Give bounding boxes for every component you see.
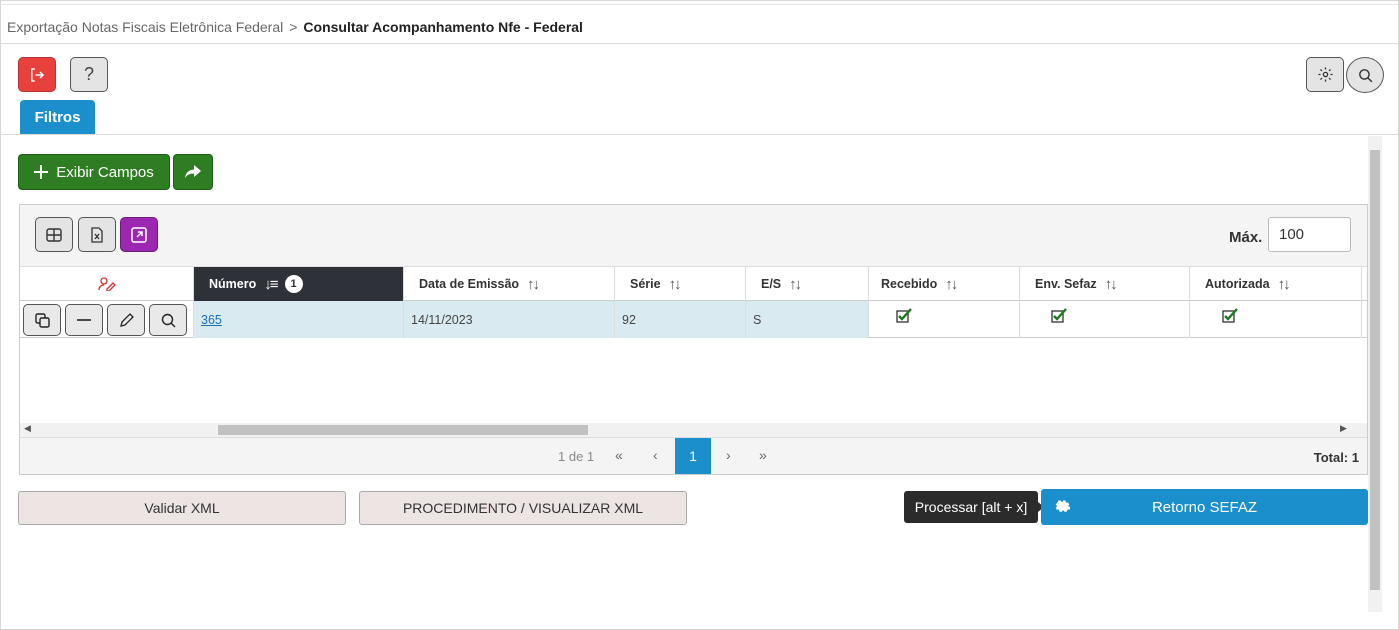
logout-icon — [31, 67, 45, 82]
minus-icon — [77, 319, 91, 321]
numero-link[interactable]: 365 — [201, 313, 222, 327]
grid-toolbar: Máx. — [20, 205, 1367, 267]
breadcrumb-current: Consultar Acompanhamento Nfe - Federal — [303, 19, 583, 35]
horizontal-scroll-thumb[interactable] — [218, 425, 588, 435]
prev-page-icon[interactable]: ‹ — [653, 447, 658, 463]
duplicate-button[interactable] — [23, 304, 61, 336]
column-serie-label: Série — [630, 277, 661, 291]
column-data-emissao[interactable]: Data de Emissão ↑↓ — [404, 267, 615, 301]
scroll-left-icon[interactable]: ◀ — [24, 423, 31, 434]
max-label: Máx. — [1229, 229, 1263, 246]
share-button[interactable] — [173, 154, 213, 190]
horizontal-scrollbar[interactable]: ◀ ▶ — [20, 423, 1367, 437]
edit-button[interactable] — [107, 304, 145, 336]
grid-layout-button[interactable] — [35, 217, 73, 252]
column-actions — [20, 267, 194, 301]
help-button[interactable]: ? — [70, 57, 108, 92]
copy-icon — [34, 312, 50, 328]
settings-button[interactable] — [1306, 57, 1344, 92]
search-button[interactable] — [1346, 57, 1384, 93]
column-autorizada-label: Autorizada — [1205, 277, 1270, 291]
next-page-icon[interactable]: › — [726, 447, 731, 463]
vertical-scrollbar[interactable] — [1368, 136, 1382, 612]
row-actions — [20, 301, 194, 338]
table-row[interactable]: 365 14/11/2023 92 S — [20, 301, 1367, 338]
table-header: Número ↓≡ 1 Data de Emissão ↑↓ Série ↑↓ E/… — [20, 267, 1367, 301]
sort-order-badge: 1 — [284, 275, 303, 293]
checked-checkbox-icon — [1222, 308, 1238, 323]
cell-numero: 365 — [194, 301, 404, 338]
pagination: 1 de 1 « ‹ 1 › » Total: 1 — [20, 437, 1367, 474]
breadcrumb: Exportação Notas Fiscais Eletrônica Fede… — [7, 19, 583, 35]
gear-icon — [1055, 500, 1070, 512]
breadcrumb-separator: > — [289, 19, 298, 35]
cell-data-emissao: 14/11/2023 — [404, 301, 615, 338]
column-recebido[interactable]: Recebido ↑↓ — [869, 267, 1020, 301]
sort-icon: ↑↓ — [1104, 275, 1118, 293]
sort-icon: ↑↓ — [527, 275, 540, 293]
search-icon — [1358, 68, 1372, 82]
validar-xml-button[interactable]: Validar XML — [18, 491, 346, 525]
checked-checkbox-icon — [896, 308, 912, 323]
tab-filtros[interactable]: Filtros — [20, 100, 95, 134]
total-count: Total: 1 — [1314, 450, 1359, 465]
column-autorizada[interactable]: Autorizada ↑↓ — [1190, 267, 1362, 301]
breadcrumb-parent[interactable]: Exportação Notas Fiscais Eletrônica Fede… — [7, 19, 283, 35]
sort-icon: ↑↓ — [668, 275, 682, 293]
remove-button[interactable] — [65, 304, 103, 336]
column-es-label: E/S — [761, 277, 782, 291]
sort-icon: ↑↓ — [1277, 275, 1291, 293]
total-label: Total: — [1313, 450, 1349, 465]
expand-button[interactable] — [120, 217, 158, 252]
gear-icon — [1317, 67, 1333, 82]
sort-icon: ↑↓ — [945, 275, 958, 293]
scroll-right-icon[interactable]: ▶ — [1340, 423, 1347, 434]
cell-serie: 92 — [615, 301, 746, 338]
export-excel-button[interactable] — [78, 217, 116, 252]
exibir-campos-label: Exibir Campos — [56, 163, 154, 181]
processar-tooltip: Processar [alt + x] — [904, 491, 1044, 523]
retorno-sefaz-button[interactable]: Retorno SEFAZ — [1041, 489, 1368, 525]
column-data-emissao-label: Data de Emissão — [419, 277, 520, 291]
pencil-icon — [119, 312, 134, 327]
page-current[interactable]: 1 — [675, 438, 711, 474]
table-icon — [46, 227, 62, 242]
expand-icon — [131, 226, 147, 243]
sort-desc-icon: ↓≡ — [264, 275, 278, 293]
first-page-icon[interactable]: « — [615, 447, 623, 463]
view-button[interactable] — [149, 304, 187, 336]
cell-recebido — [869, 301, 1020, 338]
top-strip — [0, 0, 1399, 5]
column-env-sefaz[interactable]: Env. Sefaz ↑↓ — [1020, 267, 1190, 301]
last-page-icon[interactable]: » — [759, 447, 767, 463]
excel-file-icon — [91, 226, 103, 243]
user-edit-icon[interactable] — [97, 277, 116, 291]
exit-button[interactable] — [18, 57, 56, 92]
cell-env-sefaz — [1020, 301, 1190, 338]
vertical-scroll-thumb[interactable] — [1370, 150, 1380, 590]
divider — [0, 43, 1399, 44]
cell-es: S — [746, 301, 869, 338]
retorno-sefaz-label: Retorno SEFAZ — [1151, 498, 1258, 516]
help-label: ? — [83, 64, 94, 84]
column-env-sefaz-label: Env. Sefaz — [1035, 277, 1097, 291]
column-numero-label: Número — [209, 277, 257, 291]
tab-divider — [0, 134, 1399, 135]
share-icon — [185, 165, 201, 178]
procedimento-xml-button[interactable]: PROCEDIMENTO / VISUALIZAR XML — [359, 491, 687, 525]
exibir-campos-button[interactable]: Exibir Campos — [18, 154, 170, 190]
column-es[interactable]: E/S ↑↓ — [746, 267, 869, 301]
plus-icon — [34, 165, 49, 179]
checked-checkbox-icon — [1051, 308, 1067, 323]
cell-autorizada — [1190, 301, 1362, 338]
column-numero[interactable]: Número ↓≡ 1 — [194, 267, 404, 301]
max-input[interactable] — [1268, 217, 1351, 252]
column-recebido-label: Recebido — [881, 277, 938, 291]
column-serie[interactable]: Série ↑↓ — [615, 267, 746, 301]
total-value: 1 — [1351, 450, 1359, 465]
data-grid: Máx. Número ↓≡ 1 Data de Emissão ↑↓ Série… — [19, 204, 1368, 475]
search-icon — [161, 313, 175, 327]
page-info: 1 de 1 — [558, 449, 595, 464]
sort-icon: ↑↓ — [789, 275, 802, 293]
